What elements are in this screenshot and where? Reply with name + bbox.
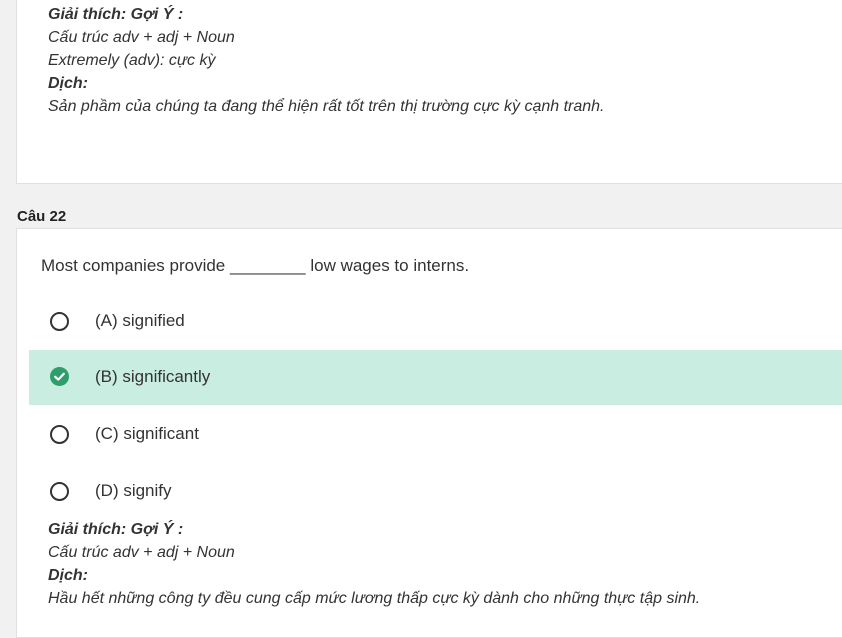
option-label: (A) signified <box>95 311 185 330</box>
option-b[interactable]: (B) significantly <box>29 350 842 405</box>
option-label: (D) signify <box>95 481 172 500</box>
option-c[interactable]: (C) significant <box>29 407 842 462</box>
translation-text: Sản phầm của chúng ta đang thể hiện rất … <box>48 98 605 115</box>
option-label: (C) significant <box>95 424 199 443</box>
explanation-line: Cấu trúc adv + adj + Noun <box>48 544 235 561</box>
explanation-heading: Giải thích: Gợi Ý : <box>48 521 184 538</box>
radio-empty-icon[interactable] <box>50 482 69 501</box>
option-label: (B) significantly <box>95 367 211 386</box>
radio-empty-icon[interactable] <box>50 312 69 331</box>
explanation-line: Cấu trúc adv + adj + Noun <box>48 29 235 46</box>
previous-question-card: Giải thích: Gợi Ý : Cấu trúc adv + adj +… <box>16 0 842 184</box>
explanation-line: Extremely (adv): cực kỳ <box>48 52 216 69</box>
question-text: Most companies provide ________ low wage… <box>41 256 470 275</box>
option-d[interactable]: (D) signify <box>29 464 842 519</box>
check-circle-icon[interactable] <box>50 367 69 386</box>
question-explanation: Giải thích: Gợi Ý : Cấu trúc adv + adj +… <box>48 518 700 610</box>
previous-explanation: Giải thích: Gợi Ý : Cấu trúc adv + adj +… <box>48 3 605 118</box>
question-number-label: Câu 22 <box>17 208 67 225</box>
translation-heading: Dịch: <box>48 567 88 584</box>
radio-empty-icon[interactable] <box>50 425 69 444</box>
explanation-heading: Giải thích: Gợi Ý : <box>48 6 184 23</box>
question-card: Most companies provide ________ low wage… <box>16 228 842 638</box>
translation-heading: Dịch: <box>48 75 88 92</box>
translation-text: Hầu hết những công ty đều cung cấp mức l… <box>48 590 701 607</box>
option-a[interactable]: (A) signified <box>29 294 842 349</box>
